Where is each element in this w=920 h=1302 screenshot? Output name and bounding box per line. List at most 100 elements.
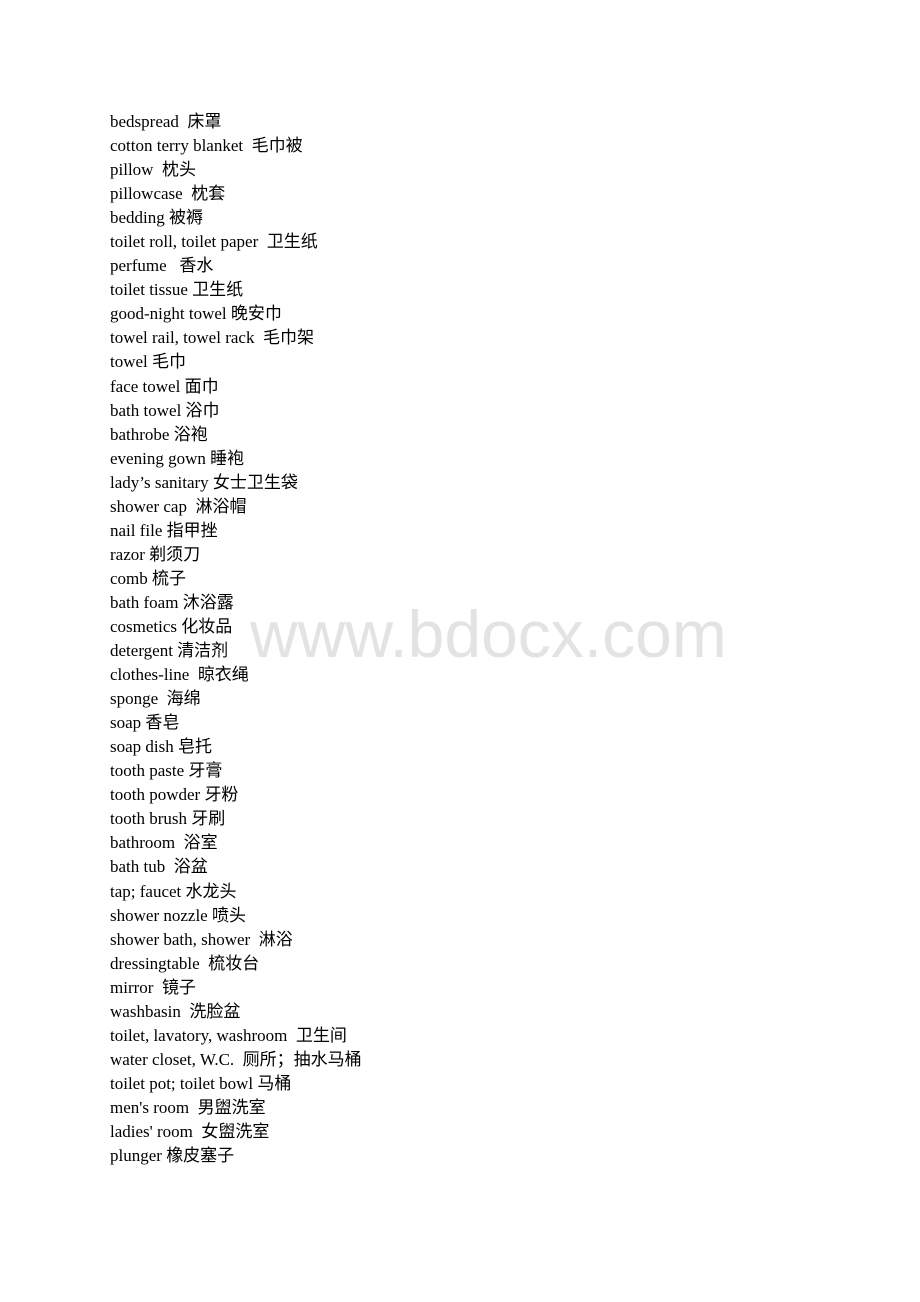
chinese-translation: 牙膏 bbox=[188, 761, 223, 781]
chinese-translation: 浴袍 bbox=[173, 424, 208, 444]
vocab-entry: evening gown 睡袍 bbox=[110, 447, 362, 471]
vocab-entry: tooth paste 牙膏 bbox=[110, 759, 362, 783]
vocab-entry: bedspread 床罩 bbox=[110, 110, 362, 134]
english-term: toilet pot; toilet bowl bbox=[110, 1073, 254, 1093]
english-term: clothes-line bbox=[110, 665, 190, 685]
english-term: plunger bbox=[110, 1146, 162, 1166]
chinese-translation: 枕头 bbox=[161, 160, 196, 180]
english-term: cosmetics bbox=[110, 616, 178, 636]
vocab-entry: good-night towel 晚安巾 bbox=[110, 302, 362, 326]
vocab-entry: plunger 橡皮塞子 bbox=[110, 1144, 362, 1168]
english-term: ladies' room bbox=[110, 1121, 193, 1141]
english-term: pillowcase bbox=[110, 184, 183, 204]
term-separator bbox=[153, 160, 162, 179]
english-term: comb bbox=[110, 568, 148, 588]
chinese-translation: 厕所；抽水马桶 bbox=[242, 1049, 362, 1069]
term-separator bbox=[175, 833, 184, 852]
chinese-translation: 床罩 bbox=[187, 112, 222, 131]
term-separator bbox=[234, 1050, 243, 1069]
vocab-entry: bedding 被褥 bbox=[110, 206, 362, 230]
vocab-entry: toilet, lavatory, washroom 卫生间 bbox=[110, 1024, 362, 1048]
chinese-translation: 淋浴帽 bbox=[195, 496, 247, 516]
chinese-translation: 女盥洗室 bbox=[201, 1121, 270, 1141]
chinese-translation: 浴室 bbox=[183, 833, 218, 853]
chinese-translation: 沐浴露 bbox=[182, 592, 234, 612]
vocab-entry: sponge 海绵 bbox=[110, 687, 362, 711]
chinese-translation: 海绵 bbox=[166, 689, 201, 709]
term-separator bbox=[165, 857, 174, 876]
chinese-translation: 浴盆 bbox=[173, 857, 208, 877]
chinese-translation: 晾衣绳 bbox=[197, 665, 249, 685]
vocab-entry: toilet roll, toilet paper 卫生纸 bbox=[110, 230, 362, 254]
english-term: towel rail, towel rack bbox=[110, 328, 255, 348]
english-term: tooth powder bbox=[110, 785, 201, 805]
vocab-entry: shower nozzle 喷头 bbox=[110, 904, 362, 928]
chinese-translation: 化妆品 bbox=[181, 616, 233, 636]
vocab-entry: face towel 面巾 bbox=[110, 375, 362, 399]
english-term: mirror bbox=[110, 977, 154, 997]
vocab-entry: bath tub 浴盆 bbox=[110, 855, 362, 879]
english-term: perfume bbox=[110, 256, 167, 276]
chinese-translation: 镜子 bbox=[161, 977, 196, 997]
vocab-entry: pillow 枕头 bbox=[110, 158, 362, 182]
chinese-translation: 卫生纸 bbox=[266, 232, 318, 252]
english-term: men's room bbox=[110, 1097, 190, 1117]
term-separator bbox=[287, 1026, 296, 1045]
chinese-translation: 马桶 bbox=[257, 1073, 292, 1093]
english-term: bedding bbox=[110, 208, 165, 228]
vocab-entry: bathrobe 浴袍 bbox=[110, 423, 362, 447]
english-term: bedspread bbox=[110, 112, 179, 131]
term-separator bbox=[153, 978, 162, 997]
english-term: pillow bbox=[110, 160, 154, 180]
vocab-entry: towel 毛巾 bbox=[110, 350, 362, 374]
vocab-entry: clothes-line 晾衣绳 bbox=[110, 663, 362, 687]
english-term: tap; faucet bbox=[110, 881, 182, 901]
vocab-entry: detergent 清洁剂 bbox=[110, 639, 362, 663]
vocab-entry: shower bath, shower 淋浴 bbox=[110, 928, 362, 952]
english-term: toilet tissue bbox=[110, 280, 188, 300]
chinese-translation: 卫生纸 bbox=[192, 280, 244, 300]
vocab-entry: comb 梳子 bbox=[110, 567, 362, 591]
term-separator bbox=[258, 232, 267, 251]
vocab-entry: mirror 镜子 bbox=[110, 976, 362, 1000]
english-term: shower bath, shower bbox=[110, 929, 251, 949]
vocab-entry: tooth brush 牙刷 bbox=[110, 807, 362, 831]
vocab-entry: men's room 男盥洗室 bbox=[110, 1096, 362, 1120]
vocab-entry: toilet pot; toilet bowl 马桶 bbox=[110, 1072, 362, 1096]
vocab-entry: razor 剃须刀 bbox=[110, 543, 362, 567]
english-term: bathroom bbox=[110, 833, 176, 853]
vocab-entry: bath towel 浴巾 bbox=[110, 399, 362, 423]
chinese-translation: 清洁剂 bbox=[177, 641, 229, 661]
vocab-entry: shower cap 淋浴帽 bbox=[110, 495, 362, 519]
chinese-translation: 毛巾架 bbox=[262, 328, 314, 348]
chinese-translation: 牙刷 bbox=[191, 809, 226, 829]
english-term: water closet, W.C. bbox=[110, 1049, 235, 1069]
chinese-translation: 牙粉 bbox=[204, 785, 239, 805]
english-term: detergent bbox=[110, 641, 173, 661]
chinese-translation: 皂托 bbox=[178, 737, 212, 757]
english-term: cotton terry blanket bbox=[110, 136, 244, 156]
chinese-translation: 喷头 bbox=[211, 905, 246, 925]
chinese-translation: 梳子 bbox=[152, 568, 187, 588]
chinese-translation: 香皂 bbox=[145, 713, 180, 733]
term-separator bbox=[183, 184, 192, 203]
english-term: dressingtable bbox=[110, 953, 200, 973]
chinese-translation: 水龙头 bbox=[185, 881, 237, 901]
english-term: lady’s sanitary bbox=[110, 472, 209, 492]
term-separator bbox=[167, 256, 180, 275]
term-separator bbox=[250, 930, 259, 949]
chinese-translation: 被褥 bbox=[169, 208, 204, 228]
vocab-entry: soap dish 皂托 bbox=[110, 735, 362, 759]
english-term: shower cap bbox=[110, 496, 187, 516]
english-term: bath towel bbox=[110, 400, 182, 420]
vocab-entry: cotton terry blanket 毛巾被 bbox=[110, 134, 362, 158]
chinese-translation: 洗脸盆 bbox=[189, 1001, 241, 1021]
chinese-translation: 剃须刀 bbox=[149, 544, 201, 564]
chinese-translation: 梳妆台 bbox=[208, 953, 260, 973]
chinese-translation: 睡袍 bbox=[210, 448, 245, 468]
english-term: tooth paste bbox=[110, 761, 185, 781]
english-term: soap bbox=[110, 713, 142, 733]
chinese-translation: 晚安巾 bbox=[230, 304, 282, 324]
vocab-entry: dressingtable 梳妆台 bbox=[110, 952, 362, 976]
vocab-entry: washbasin 洗脸盆 bbox=[110, 1000, 362, 1024]
